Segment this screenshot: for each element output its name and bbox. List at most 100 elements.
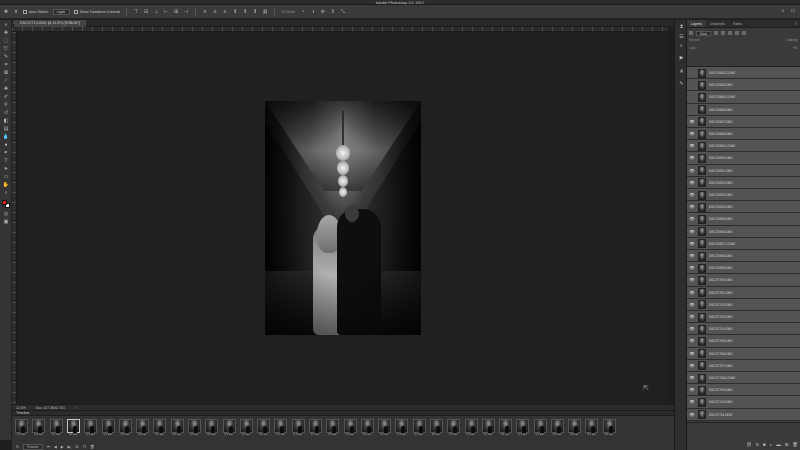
timeline-frame[interactable]: 0.1 sec.: [204, 419, 219, 443]
crop-tool-icon[interactable]: ⌗: [2, 61, 10, 68]
brush-panel-icon[interactable]: ✎: [678, 80, 685, 87]
move-tool-icon[interactable]: ✥: [3, 9, 9, 15]
distribute-right-icon[interactable]: ⫴: [252, 9, 258, 15]
layer-row[interactable]: 👁 DSC07687.DNG: [687, 115, 800, 128]
tab-document[interactable]: DSC07713.DNG @ 12.5% (RGB/16*): [14, 20, 86, 27]
layer-row[interactable]: 👁 DSC07689-2.DNG: [687, 140, 800, 153]
timeline-frame[interactable]: 0.1 sec.: [515, 419, 530, 443]
frame-delay-dropdown[interactable]: 0.1 sec.: [86, 433, 95, 436]
layer-row[interactable]: 👁 DSC07711.DNG: [687, 408, 800, 421]
layer-row[interactable]: 👁 DSC07691.DNG: [687, 164, 800, 177]
frame-delay-dropdown[interactable]: 0.1 sec.: [449, 433, 458, 436]
fill-label[interactable]: Fill:: [793, 46, 798, 52]
distribute-top-icon[interactable]: ≡: [202, 9, 208, 15]
dodge-tool-icon[interactable]: ●: [2, 141, 10, 148]
brush-tool-icon[interactable]: ✐: [2, 93, 10, 100]
gradient-tool-icon[interactable]: ▤: [2, 125, 10, 132]
canvas-area[interactable]: ⇱: [17, 32, 668, 404]
timeline-frame[interactable]: 0.1 sec.: [187, 419, 202, 443]
play-icon[interactable]: ▶: [61, 445, 64, 449]
timeline-frame[interactable]: 0.1 sec.: [567, 419, 582, 443]
layer-row[interactable]: 👁 DSC07694.DNG: [687, 201, 800, 214]
layer-row[interactable]: 👁 DSC07701.DNG: [687, 286, 800, 299]
timeline-frame[interactable]: 0.1 sec.: [308, 419, 323, 443]
frame-delay-dropdown[interactable]: 0.1 sec.: [501, 433, 510, 436]
layer-row[interactable]: 👁 DSC07705.DNG: [687, 335, 800, 348]
frame-delay-dropdown[interactable]: 0.1 sec.: [432, 433, 441, 436]
timeline-frame[interactable]: 0.1 sec.: [239, 419, 254, 443]
pen-tool-icon[interactable]: ✒: [2, 149, 10, 156]
visibility-eye-icon[interactable]: 👁: [689, 387, 695, 393]
timeline-frame[interactable]: 0.1 sec.: [31, 419, 46, 443]
visibility-eye-icon[interactable]: [689, 107, 695, 113]
filter-pixel-icon[interactable]: [713, 31, 718, 35]
timeline-frame[interactable]: 0.1 sec.: [394, 419, 409, 443]
layer-row[interactable]: 👁 DSC07707.DNG: [687, 359, 800, 372]
frame-delay-dropdown[interactable]: 0.1 sec.: [69, 433, 78, 436]
timeline-frame[interactable]: 0.1 sec.: [325, 419, 340, 443]
visibility-eye-icon[interactable]: 👁: [689, 143, 695, 149]
visibility-eye-icon[interactable]: 👁: [689, 192, 695, 198]
timeline-frame[interactable]: 0.1 sec.: [170, 419, 185, 443]
layer-row[interactable]: 👁 DSC07708-2.DNG: [687, 372, 800, 385]
3d-orbit-icon[interactable]: ◔: [300, 9, 306, 15]
timeline-frame[interactable]: 0.1 sec.: [273, 419, 288, 443]
frame-delay-dropdown[interactable]: 0.1 sec.: [259, 433, 268, 436]
visibility-eye-icon[interactable]: 👁: [689, 216, 695, 222]
close-icon[interactable]: ×: [13, 20, 15, 27]
eyedropper-tool-icon[interactable]: ⁄: [2, 77, 10, 84]
timeline-frame[interactable]: 0.1 sec.: [83, 419, 98, 443]
auto-align-icon[interactable]: ▥: [262, 9, 268, 15]
marquee-tool-icon[interactable]: ⬚: [2, 37, 10, 44]
layer-row[interactable]: 👁 DSC07698.DNG: [687, 250, 800, 263]
hand-tool-icon[interactable]: ✋: [2, 181, 10, 188]
frame-delay-dropdown[interactable]: 0.1 sec.: [345, 433, 354, 436]
adjustment-layer-icon[interactable]: ◐: [770, 442, 773, 448]
visibility-eye-icon[interactable]: [689, 94, 695, 100]
frame-delay-dropdown[interactable]: 0.1 sec.: [380, 433, 389, 436]
panel-menu-icon[interactable]: ≡: [795, 20, 797, 28]
timeline-frame[interactable]: 0.1 sec.: [152, 419, 167, 443]
frame-delay-dropdown[interactable]: 0.1 sec.: [415, 433, 424, 436]
frame-delay-dropdown[interactable]: 0.1 sec.: [363, 433, 372, 436]
workspace-icon[interactable]: ▭: [790, 8, 796, 14]
visibility-eye-icon[interactable]: 👁: [689, 363, 695, 369]
history-panel-icon[interactable]: ⧗: [678, 23, 685, 30]
duplicate-frame-icon[interactable]: ❐: [83, 445, 86, 449]
layer-row[interactable]: 👁 DSC07690.DNG: [687, 152, 800, 165]
character-panel-icon[interactable]: A: [678, 68, 685, 75]
layer-row[interactable]: 👁 DSC07688.DNG: [687, 128, 800, 141]
add-mask-icon[interactable]: ◙: [763, 442, 766, 448]
tween-icon[interactable]: ⁂: [75, 445, 79, 449]
3d-roll-icon[interactable]: ◑: [310, 9, 316, 15]
visibility-eye-icon[interactable]: 👁: [689, 326, 695, 332]
frame-delay-dropdown[interactable]: 0.1 sec.: [570, 433, 579, 436]
visibility-eye-icon[interactable]: 👁: [689, 399, 695, 405]
frame-delay-dropdown[interactable]: 0.1 sec.: [173, 433, 182, 436]
layer-row[interactable]: DSC07683-2.DNG: [687, 67, 800, 80]
transform-controls-option[interactable]: Show Transform Controls: [73, 9, 120, 14]
blur-tool-icon[interactable]: 💧: [2, 133, 10, 140]
tab-channels[interactable]: Channels: [706, 20, 729, 27]
new-layer-icon[interactable]: ⊞: [785, 442, 789, 448]
timeline-title[interactable]: Timeline: [16, 411, 29, 416]
visibility-eye-icon[interactable]: 👁: [689, 290, 695, 296]
filter-smart-object-icon[interactable]: [741, 31, 746, 35]
visibility-eye-icon[interactable]: [689, 70, 695, 76]
loop-options-icon[interactable]: ↻: [16, 445, 19, 449]
frame-delay-dropdown[interactable]: 0.1 sec.: [397, 433, 406, 436]
move-tool-icon[interactable]: ✥: [2, 29, 10, 36]
visibility-eye-icon[interactable]: 👁: [689, 119, 695, 125]
visibility-eye-icon[interactable]: [689, 82, 695, 88]
lasso-tool-icon[interactable]: ➰: [2, 45, 10, 52]
visibility-eye-icon[interactable]: 👁: [689, 229, 695, 235]
align-vcenter-icon[interactable]: ⊟: [143, 9, 149, 15]
visibility-eye-icon[interactable]: 👁: [689, 241, 695, 247]
foreground-color-swatch[interactable]: [2, 200, 7, 205]
timeline-frame[interactable]: 0.1 sec.: [291, 419, 306, 443]
frame-delay-dropdown[interactable]: 0.1 sec.: [104, 433, 113, 436]
timeline-frame[interactable]: 0.1 sec.: [256, 419, 271, 443]
search-icon[interactable]: ⌕: [780, 8, 786, 14]
screen-mode-icon[interactable]: ▣: [2, 218, 10, 225]
align-top-icon[interactable]: ⊤: [133, 9, 139, 15]
